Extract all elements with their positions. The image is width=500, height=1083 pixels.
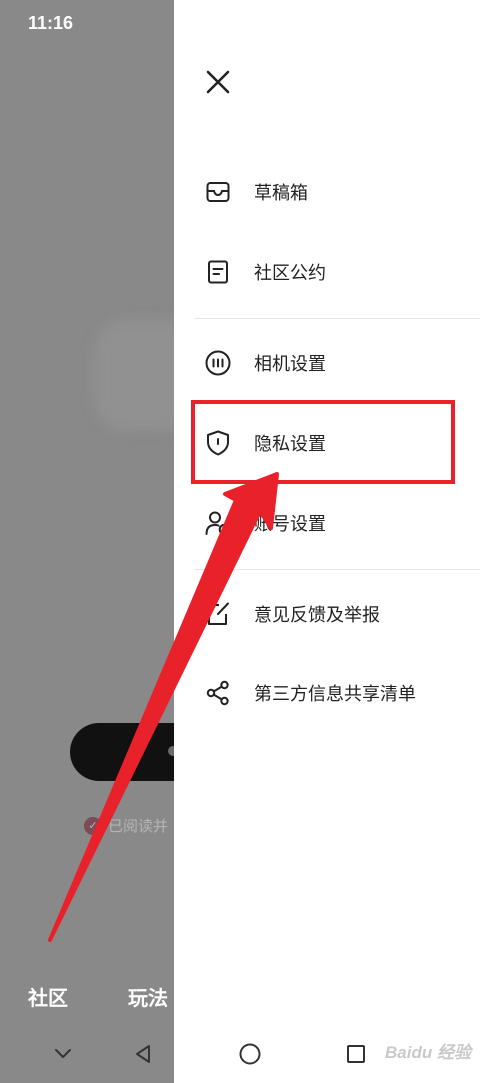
menu-item-account-settings[interactable]: 账号设置 bbox=[194, 493, 484, 553]
menu-label: 相机设置 bbox=[254, 354, 326, 375]
background-app: 11:16 ✓ 已阅读并 社区 玩法 bbox=[0, 0, 210, 1083]
status-time: 11:16 bbox=[28, 13, 74, 33]
camera-settings-icon bbox=[204, 349, 232, 377]
watermark: Baidu 经验 bbox=[385, 1043, 471, 1062]
close-icon bbox=[206, 70, 230, 94]
inbox-icon bbox=[204, 178, 232, 206]
back-triangle-icon bbox=[136, 1045, 150, 1063]
menu-label: 第三方信息共享清单 bbox=[254, 684, 416, 705]
menu-label: 社区公约 bbox=[254, 263, 326, 284]
menu-label: 意见反馈及举报 bbox=[254, 605, 380, 626]
menu-item-camera-settings[interactable]: 相机设置 bbox=[194, 333, 484, 393]
menu-divider bbox=[194, 318, 480, 319]
menu-item-community-guidelines[interactable]: 社区公约 bbox=[194, 242, 484, 302]
close-button[interactable] bbox=[200, 64, 236, 100]
menu-item-feedback-report[interactable]: 意见反馈及举报 bbox=[194, 584, 484, 644]
menu-label: 草稿箱 bbox=[254, 183, 308, 204]
recents-button[interactable] bbox=[343, 1041, 369, 1067]
menu-label: 账号设置 bbox=[254, 514, 326, 535]
share-icon bbox=[204, 679, 232, 707]
menu-divider bbox=[194, 569, 480, 570]
background-tab-community: 社区 bbox=[28, 986, 68, 1010]
menu-item-drafts[interactable]: 草稿箱 bbox=[194, 162, 484, 222]
document-icon bbox=[204, 258, 232, 286]
home-button[interactable] bbox=[237, 1041, 263, 1067]
home-circle-icon bbox=[239, 1043, 261, 1065]
menu-item-third-party-sharing[interactable]: 第三方信息共享清单 bbox=[194, 663, 484, 723]
side-drawer: 草稿箱 社区公约 相机设置 隐私设置 账号设置 意见反馈及举报 第三方信息共享清… bbox=[174, 0, 500, 1025]
back-button[interactable] bbox=[130, 1041, 156, 1067]
recents-square-icon bbox=[347, 1045, 365, 1063]
background-agreement: ✓ 已阅读并 bbox=[84, 815, 168, 836]
check-icon: ✓ bbox=[84, 816, 102, 835]
feedback-edit-icon bbox=[204, 600, 232, 628]
user-gear-icon bbox=[204, 509, 232, 537]
agreement-text: 已阅读并 bbox=[108, 817, 169, 835]
highlight-box bbox=[191, 400, 455, 484]
background-tab-play: 玩法 bbox=[128, 986, 168, 1010]
